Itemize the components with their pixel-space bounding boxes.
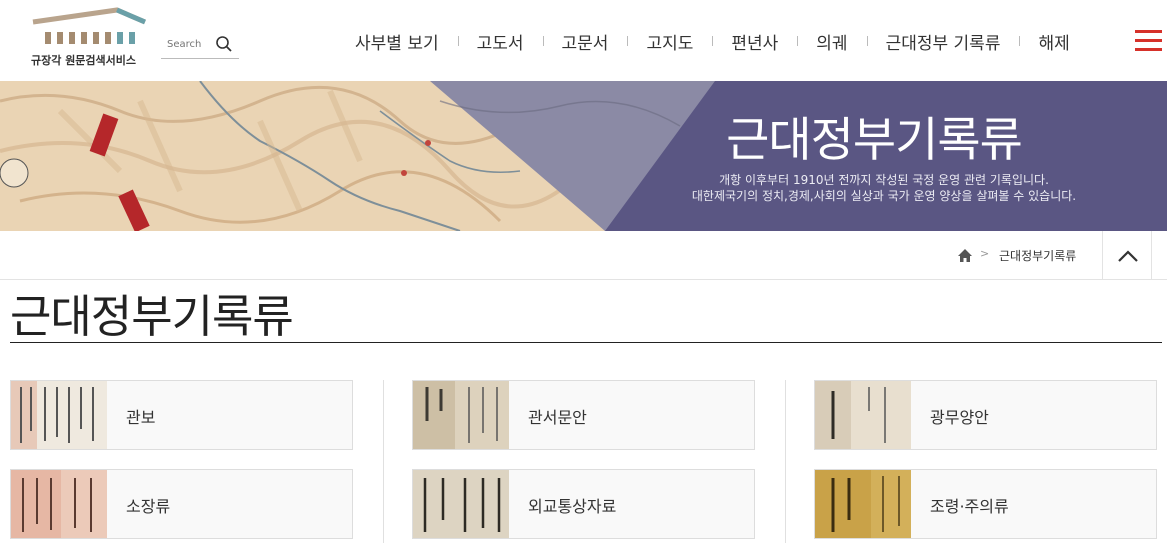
category-card-sojangryu[interactable]: 소장류 — [10, 469, 353, 539]
breadcrumb-current[interactable]: 근대정부기록류 — [999, 247, 1076, 264]
search-box — [161, 31, 239, 59]
page-title: 근대정부기록류 — [10, 290, 294, 343]
category-card-oegyotongsang[interactable]: 외교통상자료 — [412, 469, 755, 539]
category-thumbnail — [11, 381, 107, 449]
home-icon[interactable] — [957, 248, 973, 263]
category-thumbnail — [11, 470, 107, 538]
collapse-button[interactable] — [1102, 231, 1152, 280]
nav-item-sabu[interactable]: 사부별 보기 — [336, 29, 458, 54]
category-card-gwangmuyangan[interactable]: 광무양안 — [814, 380, 1157, 450]
category-card-joryeong-juui[interactable]: 조령·주의류 — [814, 469, 1157, 539]
nav-item-gomunseo[interactable]: 고문서 — [542, 29, 628, 54]
banner-desc-line1: 개항 이후부터 1910년 전까지 작성된 국정 운영 관련 기록입니다. — [719, 173, 1049, 187]
main-nav: 사부별 보기 고도서 고문서 고지도 편년사 의궤 근대정부 기록류 해제 — [336, 22, 1089, 60]
site-header: 규장각 원문검색서비스 사부별 보기 고도서 고문서 고지도 편년사 의궤 근대… — [0, 0, 1167, 81]
category-label: 관보 — [126, 408, 156, 427]
category-thumbnail — [815, 381, 911, 449]
category-label: 조령·주의류 — [930, 497, 1009, 516]
title-divider — [10, 342, 1162, 343]
category-thumbnail — [815, 470, 911, 538]
banner-desc-line2: 대한제국기의 정치,경제,사회의 실상과 국가 운영 양상을 살펴볼 수 있습니… — [691, 189, 1077, 203]
hero-banner: 근대정부기록류 개항 이후부터 1910년 전까지 작성된 국정 운영 관련 기… — [0, 81, 1167, 231]
nav-item-gojido[interactable]: 고지도 — [627, 29, 712, 54]
breadcrumb: > 근대정부기록류 — [0, 231, 1167, 280]
hamburger-menu-icon[interactable] — [1135, 30, 1162, 52]
chevron-up-icon — [1118, 250, 1138, 262]
nav-item-modern-records[interactable]: 근대정부 기록류 — [866, 29, 1020, 54]
banner-description: 개항 이후부터 1910년 전까지 작성된 국정 운영 관련 기록입니다. 대한… — [634, 172, 1134, 204]
category-label: 광무양안 — [930, 408, 989, 427]
column-divider — [785, 380, 786, 543]
nav-item-haeje[interactable]: 해제 — [1019, 29, 1088, 54]
search-input[interactable] — [167, 36, 217, 52]
logo-text: 규장각 원문검색서비스 — [31, 54, 137, 67]
category-label: 소장류 — [126, 497, 171, 516]
search-icon[interactable] — [215, 35, 233, 53]
category-card-gwanseomunan[interactable]: 관서문안 — [412, 380, 755, 450]
column-divider — [383, 380, 384, 543]
banner-title: 근대정부기록류 — [726, 113, 1023, 168]
category-card-gwanbo[interactable]: 관보 — [10, 380, 353, 450]
breadcrumb-separator: > — [980, 247, 990, 260]
category-label: 관서문안 — [528, 408, 587, 427]
category-label: 외교통상자료 — [528, 497, 617, 516]
nav-item-pyeonnyeonsa[interactable]: 편년사 — [712, 29, 797, 54]
nav-item-uigwe[interactable]: 의궤 — [797, 29, 866, 54]
category-thumbnail — [413, 381, 509, 449]
category-thumbnail — [413, 470, 509, 538]
nav-item-godoseo[interactable]: 고도서 — [457, 29, 543, 54]
